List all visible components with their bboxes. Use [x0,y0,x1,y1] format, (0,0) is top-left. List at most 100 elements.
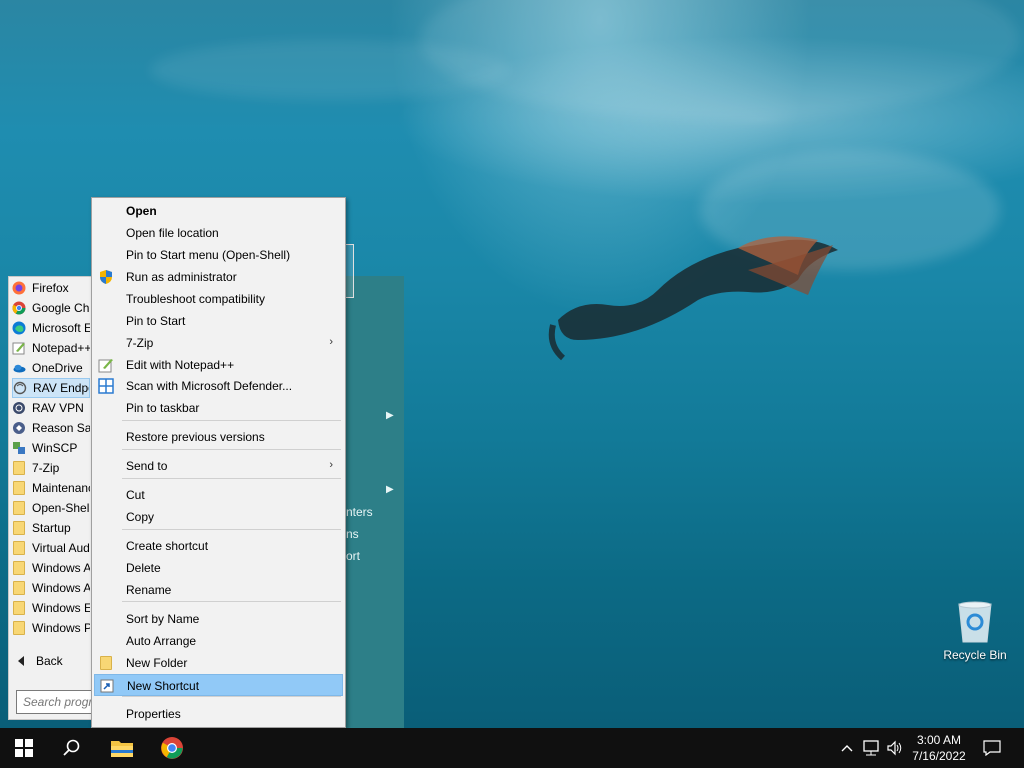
menu-separator [122,478,341,479]
menu-item-pin-to-start-menu-open-shell[interactable]: Pin to Start menu (Open-Shell) [94,244,343,266]
menu-item-label: Cut [126,488,145,502]
onedrive-icon [12,361,26,375]
back-arrow-icon [18,656,24,666]
clock-time: 3:00 AM [916,733,962,747]
chevron-up-icon[interactable] [838,728,856,768]
menu-item-pin-to-taskbar[interactable]: Pin to taskbar [94,397,343,419]
menu-item-label: Properties [126,707,181,721]
menu-item-label: Auto Arrange [126,634,197,648]
notification-icon[interactable] [978,728,1006,768]
menu-item-7-zip[interactable]: 7-Zip › [94,332,343,354]
program-item[interactable]: RAV VPN [12,398,90,418]
menu-item-label: 7-Zip [126,336,154,350]
start-right-item[interactable]: nters [346,505,373,519]
menu-item-new-folder[interactable]: New Folder [94,652,343,674]
menu-item-label: Pin to Start menu (Open-Shell) [126,248,291,262]
menu-item-troubleshoot-compatibility[interactable]: Troubleshoot compatibility [94,288,343,310]
program-item[interactable]: Windows Ease of Access [12,598,90,618]
program-item[interactable]: Notepad++ [12,338,90,358]
folder-icon [12,601,26,615]
shortcut-icon [99,678,115,694]
program-item[interactable]: Startup [12,518,90,538]
menu-item-label: Restore previous versions [126,430,265,444]
start-right-item[interactable]: ns [346,527,359,541]
menu-item-new-shortcut[interactable]: New Shortcut [94,674,343,696]
network-icon[interactable] [860,728,882,768]
search-input[interactable]: Search programs and files [16,690,96,714]
program-label: Startup [32,521,71,535]
menu-item-run-as-administrator[interactable]: Run as administrator [94,266,343,288]
folder-icon [12,581,26,595]
program-item[interactable]: 7-Zip [12,458,90,478]
program-label: Windows Administrative Tools [32,581,90,595]
recycle-bin-icon [958,601,992,643]
uac-shield-icon [98,269,114,285]
program-item[interactable]: RAV Endpoint Protection [12,378,90,398]
program-item[interactable]: OneDrive [12,358,90,378]
program-item[interactable]: Firefox [12,278,90,298]
menu-item-label: Copy [126,510,155,524]
program-label: Windows Accessories [32,561,90,575]
windows-start-icon[interactable] [0,728,48,768]
menu-item-edit-with-notepad[interactable]: Edit with Notepad++ [94,354,343,376]
folder-icon [12,621,26,635]
folder-icon [12,521,26,535]
program-item[interactable]: Windows PowerShell [12,618,90,638]
program-item[interactable]: Reason Safer Web [12,418,90,438]
program-item[interactable]: Maintenance [12,478,90,498]
menu-item-open[interactable]: Open [94,200,343,222]
folder-icon [12,461,26,475]
menu-item-auto-arrange[interactable]: Auto Arrange [94,630,343,652]
back-button[interactable]: Back [18,654,63,668]
program-label: Windows Ease of Access [32,601,90,615]
chevron-right-icon: ▶ [386,484,394,495]
program-item[interactable]: Microsoft Edge [12,318,90,338]
menu-item-restore-previous-versions[interactable]: Restore previous versions [94,426,343,448]
menu-item-label: Send to [126,459,168,473]
program-item[interactable]: Virtual Audio Cable [12,538,90,558]
program-label: Microsoft Edge [32,321,90,335]
firefox-icon [12,281,26,295]
start-right-item[interactable]: ort [346,549,360,563]
context-menu: Open Open file location Pin to Start menu … [91,197,346,728]
program-item[interactable]: Windows Accessories [12,558,90,578]
folder-icon [12,501,26,515]
menu-item-label: Pin to Start [126,314,186,328]
menu-item-pin-to-start[interactable]: Pin to Start [94,310,343,332]
program-item[interactable]: Windows Administrative Tools [12,578,90,598]
menu-item-label: Sort by Name [126,612,200,626]
menu-item-delete[interactable]: Delete [94,557,343,579]
back-label: Back [36,654,63,668]
search-icon[interactable] [48,728,96,768]
menu-item-scan-with-microsoft-defender[interactable]: Scan with Microsoft Defender... [94,375,343,397]
menu-item-rename[interactable]: Rename [94,579,343,601]
edge-icon [12,321,26,335]
folder-icon [98,655,114,671]
menu-item-properties[interactable]: Properties [94,703,343,725]
menu-item-create-shortcut[interactable]: Create shortcut [94,535,343,557]
program-item[interactable]: Open-Shell [12,498,90,518]
volume-icon[interactable] [884,728,906,768]
menu-item-open-file-location[interactable]: Open file location [94,222,343,244]
program-label: 7-Zip [32,461,60,475]
file-explorer-icon[interactable] [98,728,146,768]
folder-icon [12,561,26,575]
menu-item-send-to[interactable]: Send to › [94,455,343,477]
rav-vpn-icon [12,401,26,415]
chrome-icon[interactable] [148,728,196,768]
reason-icon [12,421,26,435]
winscp-icon [12,441,26,455]
rav-endpoint-icon [13,381,27,395]
menu-separator [122,529,341,530]
menu-item-sort-by-name[interactable]: Sort by Name [94,608,343,630]
program-item[interactable]: Google Chrome [12,298,90,318]
program-label: Firefox [32,281,69,295]
menu-item-label: Rename [126,583,172,597]
recycle-bin[interactable]: Recycle Bin [942,600,1008,662]
menu-item-cut[interactable]: Cut [94,484,343,506]
menu-item-label: Create shortcut [126,539,209,553]
menu-item-copy[interactable]: Copy [94,506,343,528]
program-item[interactable]: WinSCP [12,438,90,458]
system-clock[interactable]: 3:00 AM 7/16/2022 [908,732,970,764]
menu-item-label: Delete [126,561,161,575]
